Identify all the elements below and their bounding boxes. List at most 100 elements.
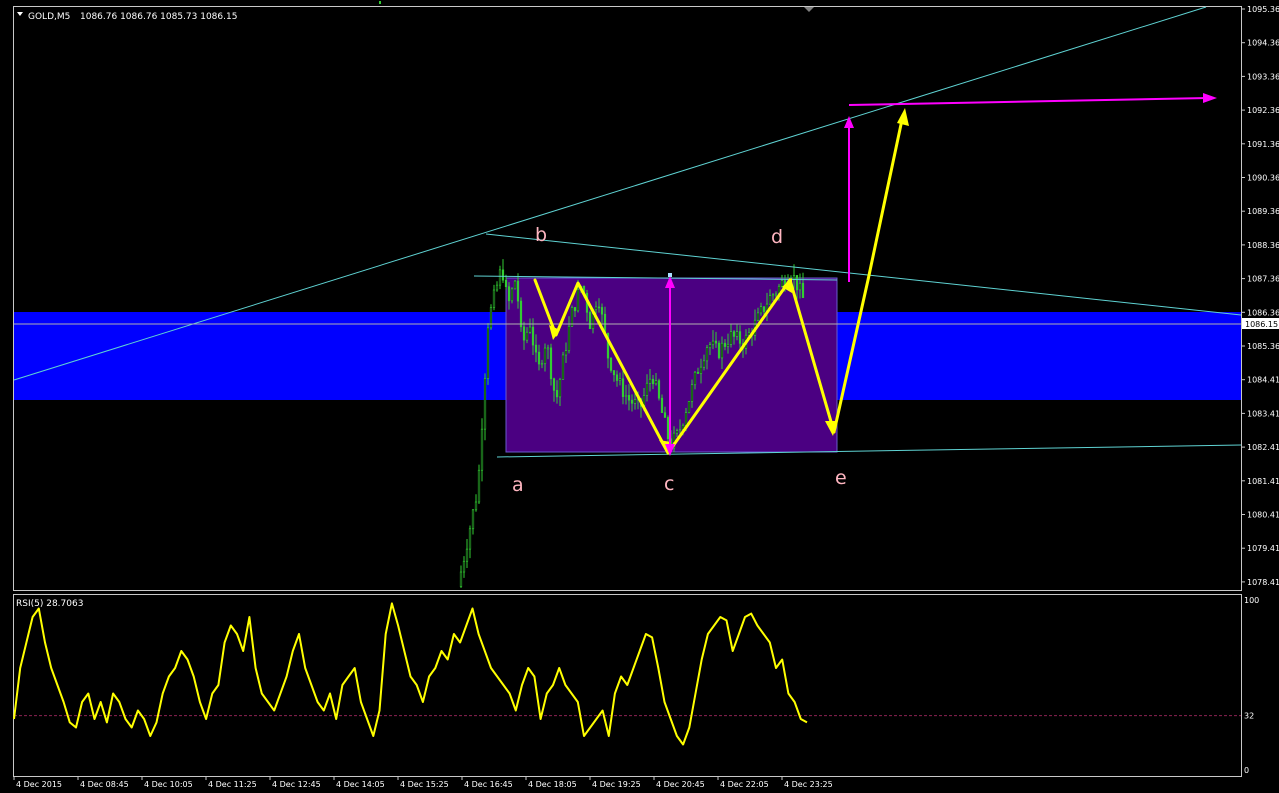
- candle-body: [561, 354, 565, 380]
- rsi-title: RSI(5) 28.7063: [16, 599, 83, 609]
- candle-body: [708, 344, 712, 349]
- candle-body: [711, 340, 715, 345]
- candle-body: [594, 306, 598, 310]
- candle-body: [654, 380, 658, 385]
- candle-body: [552, 378, 556, 391]
- wave-label-d: d: [771, 226, 783, 248]
- chart-shift-icon[interactable]: [804, 7, 814, 12]
- time-tick-label: 4 Dec 08:45: [80, 780, 129, 789]
- price-tick-label: 1094.36: [1247, 39, 1279, 48]
- chart-window[interactable]: a b c d e GOLD,M5 1086.76 1086.76 1085.7…: [0, 0, 1279, 789]
- wave-label-e: e: [835, 467, 847, 489]
- candle-body: [666, 417, 670, 440]
- candle-body: [474, 501, 478, 511]
- price-tick-label: 1095.36: [1247, 5, 1279, 14]
- candle-body: [540, 363, 544, 365]
- candle-body: [633, 399, 637, 404]
- arrow-head-icon: [897, 108, 909, 126]
- candle-body: [501, 269, 505, 281]
- candle-body: [465, 548, 469, 562]
- candle-body: [705, 347, 709, 362]
- candle-body: [576, 289, 580, 312]
- ohlc-values: 1086.76 1086.76 1085.73 1086.15: [80, 12, 237, 22]
- candle-body: [663, 412, 667, 418]
- candle-body: [609, 357, 613, 371]
- candle-body: [795, 275, 799, 291]
- candle-body: [471, 509, 475, 530]
- wave-label-b: b: [535, 224, 547, 246]
- time-tick-label: 4 Dec 11:25: [208, 780, 257, 789]
- time-tick-label: 4 Dec 16:45: [464, 780, 513, 789]
- current-price-label: 1086.15: [1245, 320, 1278, 329]
- candle-body: [651, 378, 655, 385]
- candle-body: [720, 342, 724, 359]
- price-tick-label: 1090.36: [1247, 174, 1279, 183]
- candle-body: [771, 294, 775, 297]
- candle-body: [498, 269, 502, 286]
- menu-icon[interactable]: [17, 12, 23, 16]
- chart-canvas[interactable]: a b c d e GOLD,M5 1086.76 1086.76 1085.7…: [0, 0, 1279, 789]
- candle-body: [510, 288, 514, 302]
- candle-body: [612, 370, 616, 376]
- price-tick-label: 1087.36: [1247, 275, 1279, 284]
- candle-body: [768, 295, 772, 305]
- candle-body: [564, 350, 568, 356]
- candle-body: [459, 571, 463, 588]
- candle-body: [567, 325, 571, 352]
- time-axis[interactable]: 4 Dec 2015 4 Dec 08:45 4 Dec 10:05 4 Dec 11…: [13, 776, 833, 789]
- candle-body: [543, 347, 547, 364]
- time-tick-label: 4 Dec 19:25: [592, 780, 641, 789]
- candle-body: [492, 289, 496, 308]
- wave-label-a: a: [512, 474, 524, 496]
- candle-body: [477, 469, 481, 503]
- consolidation-box: [505, 277, 838, 453]
- time-tick-label: 4 Dec 2015: [16, 780, 62, 789]
- rsi-line: [13, 602, 808, 746]
- candle-body: [699, 366, 703, 374]
- price-tick-label: 1083.41: [1247, 409, 1279, 418]
- candle-body: [774, 293, 778, 296]
- candle-body: [462, 560, 466, 573]
- price-tick-label: 1079.41: [1247, 544, 1279, 553]
- rsi-tick-label: 100: [1244, 596, 1259, 605]
- candle-body: [732, 331, 736, 337]
- candle-body: [600, 307, 604, 315]
- price-tick-label: 1093.36: [1247, 72, 1279, 81]
- candle-body: [618, 378, 622, 381]
- candle-body: [798, 282, 802, 291]
- time-tick-label: 4 Dec 20:45: [656, 780, 705, 789]
- box-handle: [668, 273, 672, 277]
- candle-body: [525, 331, 529, 341]
- candle-body: [756, 312, 760, 321]
- current-price-marker: 1086.15: [1242, 318, 1279, 329]
- candle-body: [528, 326, 532, 333]
- candle-body: [546, 347, 550, 350]
- candle-body: [480, 428, 484, 471]
- candle-body: [648, 378, 652, 384]
- time-tick-label: 4 Dec 10:05: [144, 780, 193, 789]
- price-tick-label: 1081.41: [1247, 477, 1279, 486]
- candle-body: [684, 412, 688, 426]
- candle-body: [717, 342, 721, 359]
- candle-body: [627, 395, 631, 401]
- candle-body: [714, 340, 718, 344]
- arrow-head-icon: [1203, 93, 1217, 103]
- candle-body: [696, 371, 700, 374]
- candle-body: [702, 360, 706, 368]
- candle-body: [534, 344, 538, 353]
- candle-body: [735, 331, 739, 337]
- candle-body: [573, 307, 577, 312]
- candle-body: [483, 378, 487, 430]
- candle-body: [549, 347, 553, 380]
- candle-body: [738, 331, 742, 344]
- candle-body: [519, 300, 523, 328]
- price-tick-label: 1091.36: [1247, 140, 1279, 149]
- candle-body: [657, 380, 661, 399]
- candle-body: [486, 327, 490, 379]
- rsi-axis: 100 32 0: [1244, 596, 1259, 775]
- price-axis[interactable]: 1095.36 1094.36 1093.36 1092.36 1091.36 1090.…: [1241, 5, 1279, 587]
- price-tick-label: 1088.36: [1247, 241, 1279, 250]
- price-tick-label: 1089.36: [1247, 207, 1279, 216]
- candle-body: [687, 401, 691, 413]
- time-tick-label: 4 Dec 18:05: [528, 780, 577, 789]
